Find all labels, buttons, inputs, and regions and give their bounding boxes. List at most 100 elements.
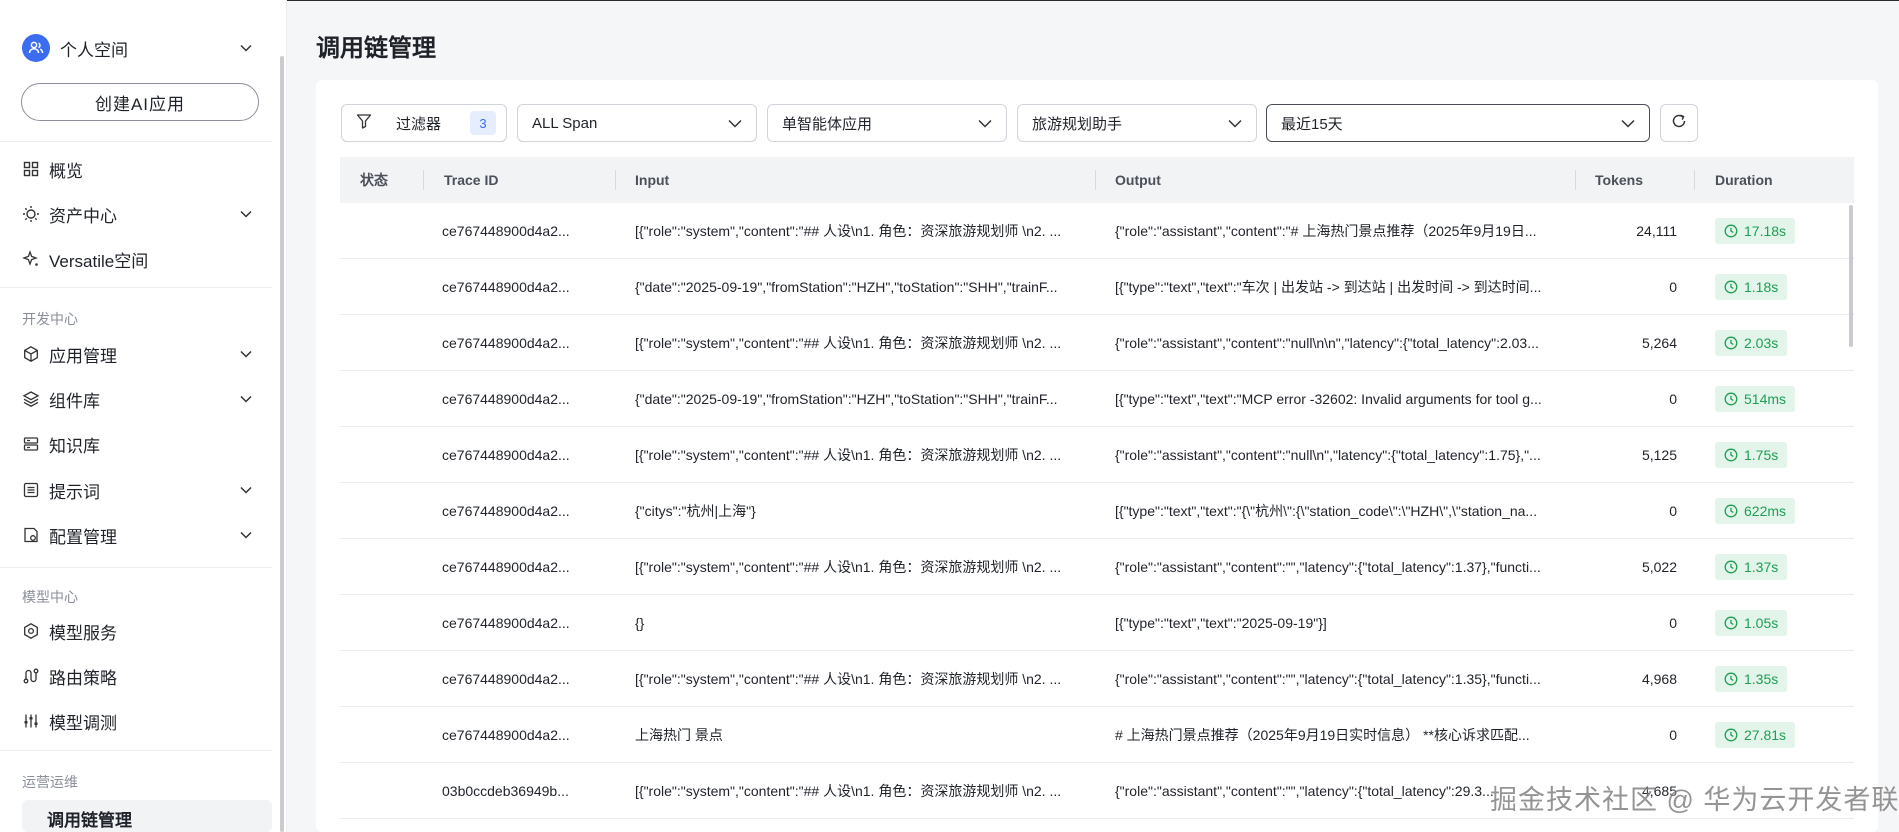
chevron-down-icon (238, 206, 254, 222)
sidebar-item-config-management[interactable]: 配置管理 (22, 520, 258, 550)
trace-id-cell[interactable]: 03b0ccdeb36949b... (442, 763, 592, 819)
tokens-cell: 5,125 (1595, 427, 1677, 483)
output-text: [{"type":"text","text":"车次 | 出发站 -> 到达站 … (1115, 279, 1542, 295)
sidebar-item-knowledge-base[interactable]: 知识库 (22, 429, 258, 459)
trace-id-cell[interactable]: ce767448900d4a2... (442, 651, 592, 707)
chevron-down-icon (238, 346, 254, 362)
clock-icon (1724, 504, 1738, 518)
duration-value: 1.35s (1744, 671, 1779, 687)
column-header-status: 状态 (360, 172, 388, 188)
table-row[interactable]: ce767448900d4a2... [{"role":"system","con… (340, 203, 1854, 259)
filter-button[interactable]: 过滤器 3 (341, 104, 507, 142)
trace-id-cell[interactable]: ce767448900d4a2... (442, 203, 592, 259)
output-cell: {"role":"assistant","content":"","latenc… (1115, 651, 1565, 707)
trace-id-text: ce767448900d4a2... (442, 279, 570, 295)
trace-id-cell[interactable]: ce767448900d4a2... (442, 539, 592, 595)
output-cell: [{"type":"text","text":"{\"杭州\":{\"stati… (1115, 483, 1565, 539)
chevron-down-icon (1228, 115, 1242, 132)
trace-id-cell[interactable]: ce767448900d4a2... (442, 371, 592, 427)
clock-icon (1724, 672, 1738, 686)
trace-id-text: ce767448900d4a2... (442, 335, 570, 351)
sidebar-item-routing-strategy[interactable]: 路由策略 (22, 661, 258, 691)
sidebar-item-model-service[interactable]: 模型服务 (22, 616, 258, 646)
trace-id-cell[interactable]: ce767448900d4a2... (442, 427, 592, 483)
column-divider (423, 170, 424, 190)
sidebar-item-model-debug[interactable]: 模型调测 (22, 706, 258, 736)
sidebar-item-prompts[interactable]: 提示词 (22, 475, 258, 505)
output-cell: [{"type":"text","text":"车次 | 出发站 -> 到达站 … (1115, 259, 1565, 315)
sidebar-scrollbar[interactable] (280, 56, 284, 832)
chevron-down-icon (238, 40, 254, 56)
sidebar-item-label: 资产中心 (49, 206, 117, 226)
table-row[interactable]: ce767448900d4a2... {} [{"type":"text","tex… (340, 595, 1854, 651)
app-type-select[interactable]: 单智能体应用 (767, 104, 1007, 142)
sidebar: 个人空间 创建AI应用 概览 资产中心 Versatile空间 开发中心 应用管… (0, 0, 287, 832)
table-row[interactable]: ce767448900d4a2... [{"role":"system","con… (340, 427, 1854, 483)
table-scrollbar[interactable] (1849, 205, 1853, 347)
table-row[interactable]: ce767448900d4a2... [{"role":"system","con… (340, 539, 1854, 595)
time-range-select[interactable]: 最近15天 (1266, 104, 1650, 142)
select-value: ALL Span (532, 114, 598, 132)
sidebar-item-versatile[interactable]: Versatile空间 (22, 244, 258, 274)
duration-value: 1.37s (1744, 559, 1779, 575)
trace-id-cell[interactable]: ce767448900d4a2... (442, 483, 592, 539)
sidebar-item-overview[interactable]: 概览 (22, 154, 258, 184)
span-type-select[interactable]: ALL Span (517, 104, 757, 142)
chevron-down-icon (238, 482, 254, 498)
sidebar-item-label: 组件库 (49, 391, 100, 411)
route-icon (22, 667, 40, 685)
trace-id-cell[interactable]: ce767448900d4a2... (442, 707, 592, 763)
refresh-button[interactable] (1660, 104, 1698, 142)
section-title-dev: 开发中心 (22, 311, 78, 327)
chevron-down-icon (1621, 115, 1635, 132)
overview-icon (22, 160, 40, 178)
sidebar-item-label: 模型调测 (49, 713, 117, 733)
clock-icon (1724, 224, 1738, 238)
column-divider (1575, 170, 1576, 190)
refresh-icon (1670, 112, 1688, 135)
page-title: 调用链管理 (316, 35, 436, 62)
tokens-text: 5,125 (1641, 447, 1677, 463)
select-value: 最近15天 (1281, 115, 1343, 133)
duration-value: 2.03s (1744, 335, 1779, 351)
table-row[interactable]: ce767448900d4a2... [{"role":"system","con… (340, 651, 1854, 707)
tokens-cell: 0 (1595, 259, 1677, 315)
table-row[interactable]: ce767448900d4a2... {"date":"2025-09-19","… (340, 371, 1854, 427)
app-select[interactable]: 旅游规划助手 (1017, 104, 1257, 142)
input-cell: [{"role":"system","content":"## 人设\n1. 角… (635, 427, 1085, 483)
sidebar-item-asset-center[interactable]: 资产中心 (22, 199, 258, 229)
space-switcher[interactable]: 个人空间 (22, 34, 254, 62)
chevron-down-icon (728, 115, 742, 132)
sidebar-item-label: 配置管理 (49, 527, 117, 547)
trace-id-cell[interactable]: ce767448900d4a2... (442, 595, 592, 651)
input-cell: 上海热门 景点 (635, 707, 1085, 763)
duration-cell: 1.05s (1715, 595, 1845, 651)
sidebar-item-component-library[interactable]: 组件库 (22, 384, 258, 414)
status-cell (360, 707, 420, 763)
input-text: {"date":"2025-09-19","fromStation":"HZH"… (635, 391, 1058, 407)
duration-cell: 17.18s (1715, 203, 1845, 259)
output-cell: [{"type":"text","text":"MCP error -32602… (1115, 371, 1565, 427)
clock-icon (1724, 280, 1738, 294)
chevron-down-icon (238, 391, 254, 407)
trace-id-cell[interactable]: ce767448900d4a2... (442, 315, 592, 371)
table-row[interactable]: ce767448900d4a2... 上海热门 景点 # 上海热门景点推荐（2025… (340, 707, 1854, 763)
chevron-down-icon (238, 527, 254, 543)
create-ai-app-button[interactable]: 创建AI应用 (21, 83, 259, 121)
input-cell: {} (635, 595, 1085, 651)
table-row[interactable]: ce767448900d4a2... {"date":"2025-09-19","… (340, 259, 1854, 315)
trace-id-text: ce767448900d4a2... (442, 391, 570, 407)
trace-id-cell[interactable]: ce767448900d4a2... (442, 259, 592, 315)
cube-icon (22, 345, 40, 363)
table-row[interactable]: ce767448900d4a2... {"citys":"杭州|上海"} [{"ty… (340, 483, 1854, 539)
table-row[interactable]: ce767448900d4a2... [{"role":"system","con… (340, 315, 1854, 371)
output-cell: {"role":"assistant","content":"null\n","… (1115, 427, 1565, 483)
sidebar-item-app-management[interactable]: 应用管理 (22, 339, 258, 369)
input-cell: [{"role":"system","content":"## 人设\n1. 角… (635, 203, 1085, 259)
duration-cell: 27.81s (1715, 707, 1845, 763)
duration-cell: 2.03s (1715, 315, 1845, 371)
status-cell (360, 427, 420, 483)
asset-icon (22, 205, 40, 223)
clock-icon (1724, 448, 1738, 462)
input-cell: [{"role":"system","content":"## 人设\n1. 角… (635, 763, 1085, 819)
